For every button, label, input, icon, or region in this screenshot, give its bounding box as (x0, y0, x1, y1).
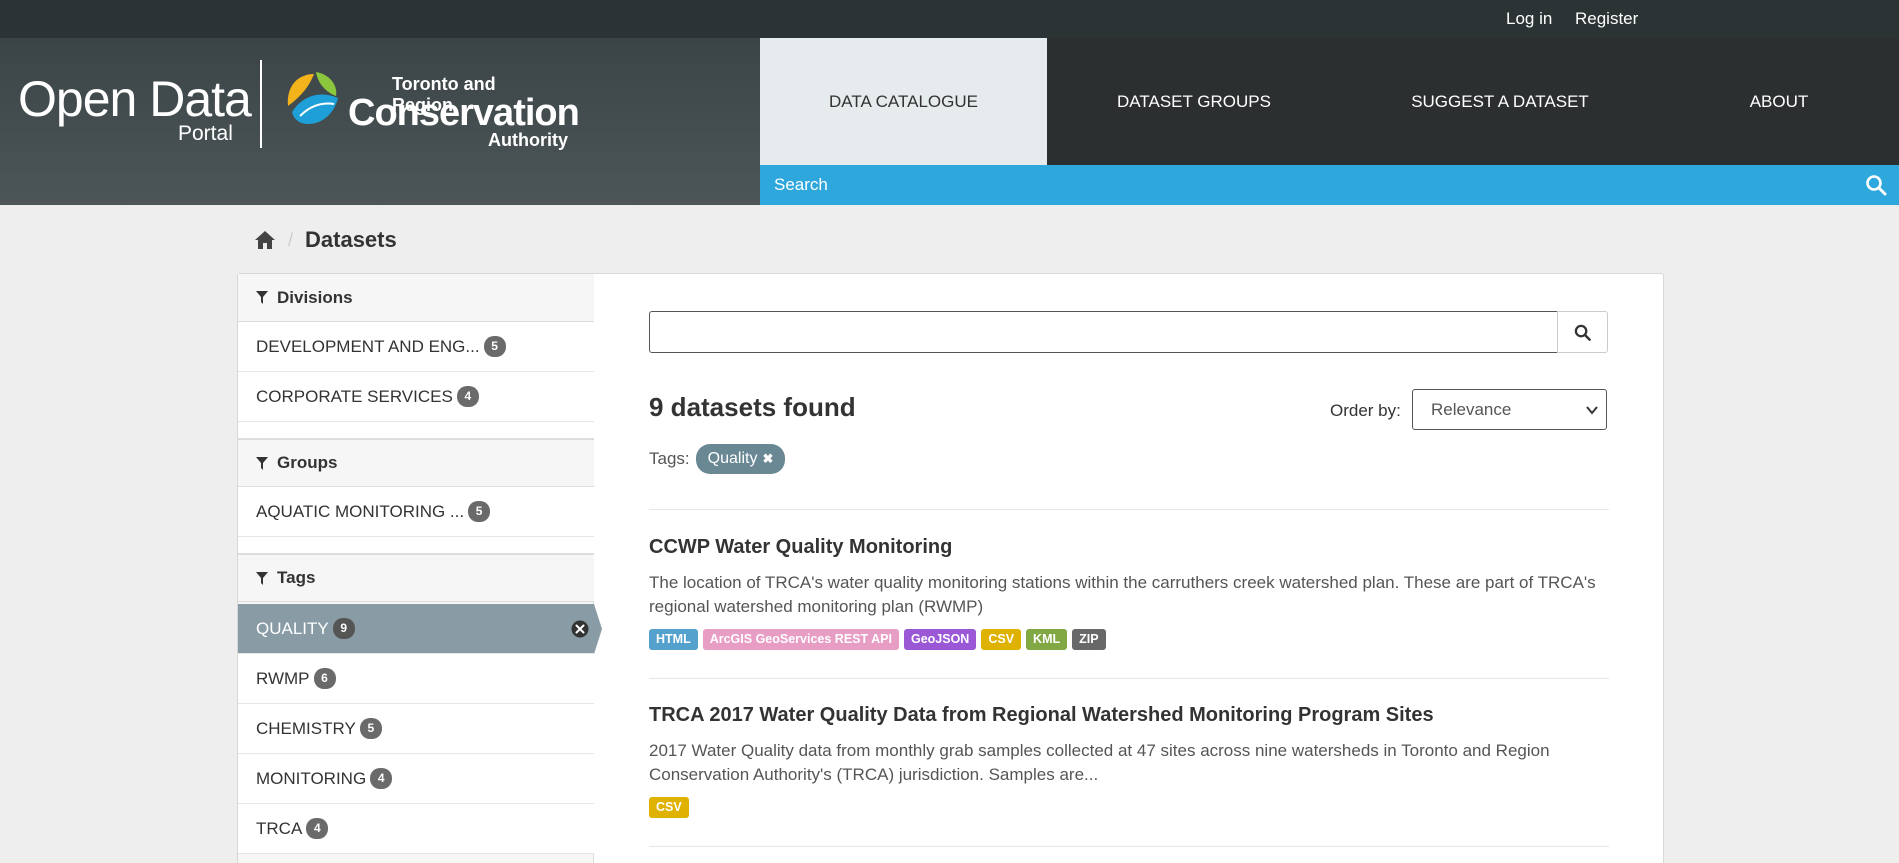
remove-filter-icon[interactable] (571, 620, 589, 638)
divider (649, 509, 1609, 510)
active-tag-label: Quality (707, 450, 758, 467)
divider (649, 846, 1609, 847)
divider (649, 678, 1609, 679)
trca-leaf-icon (287, 72, 338, 124)
results-count: 9 datasets found (649, 392, 856, 422)
chevron-down-icon (1586, 406, 1598, 415)
site-search-bar (760, 165, 1899, 205)
nav-dataset-groups[interactable]: DATASET GROUPS (1047, 38, 1341, 165)
facet-item-quality[interactable]: QUALITY 9 (238, 604, 602, 654)
logo-org-line3: Authority (488, 130, 568, 150)
facet-sidebar: Divisions DEVELOPMENT AND ENG... 5 CORPO… (238, 274, 602, 863)
facet-item-aquatic-monitoring[interactable]: AQUATIC MONITORING ... 5 (238, 487, 594, 537)
facet-count-badge: 5 (483, 336, 506, 357)
facet-item-label: AQUATIC MONITORING ... (256, 501, 465, 521)
facet-item-label: CORPORATE SERVICES (256, 386, 453, 406)
active-filters: Tags: Quality ✖ (649, 444, 786, 474)
active-tag-pill[interactable]: Quality ✖ (695, 444, 786, 474)
facet-item-label: QUALITY (256, 618, 329, 638)
dataset-item: TRCA 2017 Water Quality Data from Region… (649, 704, 1609, 818)
facet-title-groups: Groups (238, 439, 594, 487)
breadcrumb-current[interactable]: Datasets (305, 227, 397, 253)
format-badge-html[interactable]: HTML (649, 629, 698, 650)
facet-count-badge: 4 (456, 386, 479, 407)
site-search-input[interactable] (774, 172, 1834, 198)
masthead: Open Data Portal Toronto and Region Cons… (0, 38, 1899, 205)
format-badge-csv[interactable]: CSV (981, 629, 1022, 650)
account-bar: Log in Register (0, 0, 1899, 38)
main-nav: DATA CATALOGUE DATASET GROUPS SUGGEST A … (760, 38, 1899, 165)
order-by-select[interactable]: Relevance (1412, 389, 1607, 430)
logo-open-data-text: Open Data (18, 71, 252, 127)
order-by-value: Relevance (1431, 399, 1512, 419)
facet-count-badge: 9 (332, 618, 355, 639)
dataset-notes: The location of TRCA's water quality mon… (649, 573, 1596, 616)
site-logo[interactable]: Open Data Portal Toronto and Region Cons… (18, 50, 580, 176)
search-icon (1574, 324, 1591, 341)
dataset-notes: 2017 Water Quality data from monthly gra… (649, 741, 1550, 784)
login-link[interactable]: Log in (1506, 9, 1552, 29)
facet-item-label: RWMP (256, 668, 310, 688)
breadcrumb: / Datasets (254, 225, 397, 255)
dataset-format-list: CSV (649, 797, 1609, 818)
facet-item-label: DEVELOPMENT AND ENG... (256, 336, 480, 356)
facet-title-tags: Tags (238, 554, 594, 602)
format-badge-geojson[interactable]: GeoJSON (903, 629, 977, 650)
facet-item-development[interactable]: DEVELOPMENT AND ENG... 5 (238, 322, 594, 372)
facet-item-chemistry[interactable]: CHEMISTRY 5 (238, 704, 594, 754)
register-link[interactable]: Register (1575, 9, 1638, 29)
facet-count-badge: 5 (468, 501, 491, 522)
facet-count-badge: 5 (359, 718, 382, 739)
search-submit-button[interactable] (1557, 311, 1608, 353)
search-icon[interactable] (1865, 174, 1887, 196)
dataset-title-link[interactable]: CCWP Water Quality Monitoring (649, 536, 1609, 559)
facet-count-badge: 6 (313, 668, 336, 689)
nav-suggest-dataset[interactable]: SUGGEST A DATASET (1341, 38, 1659, 165)
breadcrumb-separator: / (288, 229, 294, 250)
format-badge-zip[interactable]: ZIP (1072, 629, 1106, 650)
dataset-search-input[interactable] (649, 311, 1558, 353)
facet-item-label: CHEMISTRY (256, 718, 356, 738)
facet-count-badge: 4 (306, 818, 329, 839)
facet-title-label: Divisions (277, 287, 353, 307)
tags-filter-label: Tags: (649, 449, 690, 468)
facet-title-label: Groups (277, 453, 338, 472)
facet-item-label: TRCA (256, 818, 303, 838)
dataset-format-list: HTML ArcGIS GeoServices REST API GeoJSON… (649, 629, 1609, 650)
facet-title-divisions: Divisions (238, 274, 594, 322)
facet-item-corporate-services[interactable]: CORPORATE SERVICES 4 (238, 372, 594, 422)
nav-about[interactable]: ABOUT (1659, 38, 1899, 165)
facet-spacer (238, 422, 594, 439)
format-badge-arcgis[interactable]: ArcGIS GeoServices REST API (702, 629, 899, 650)
dataset-item: CCWP Water Quality Monitoring The locati… (649, 536, 1609, 650)
filter-icon (256, 291, 268, 304)
facet-item-monitoring[interactable]: MONITORING 4 (238, 754, 594, 804)
facet-item-label: MONITORING (256, 768, 367, 788)
facet-spacer (238, 537, 594, 554)
content-wrapper: Divisions DEVELOPMENT AND ENG... 5 CORPO… (237, 273, 1664, 863)
logo-divider (260, 60, 262, 148)
facet-title-label: Tags (277, 568, 316, 587)
results-main: 9 datasets found Order by: Relevance Tag… (594, 274, 1665, 863)
facet-item-rwmp[interactable]: RWMP 6 (238, 654, 594, 704)
logo-org-line2: Conservation (348, 92, 580, 134)
format-badge-csv[interactable]: CSV (649, 797, 689, 818)
filter-icon (256, 456, 268, 470)
logo-portal-text: Portal (178, 122, 233, 145)
order-by-label: Order by: (1330, 401, 1401, 420)
filter-icon (256, 571, 268, 585)
format-badge-kml[interactable]: KML (1026, 629, 1068, 650)
facet-count-badge: 4 (370, 768, 393, 789)
dataset-title-link[interactable]: TRCA 2017 Water Quality Data from Region… (649, 704, 1609, 727)
facet-item-trca[interactable]: TRCA 4 (238, 804, 594, 854)
home-icon[interactable] (254, 230, 276, 250)
remove-tag-icon[interactable]: ✖ (762, 451, 773, 467)
nav-data-catalogue[interactable]: DATA CATALOGUE (760, 38, 1047, 165)
